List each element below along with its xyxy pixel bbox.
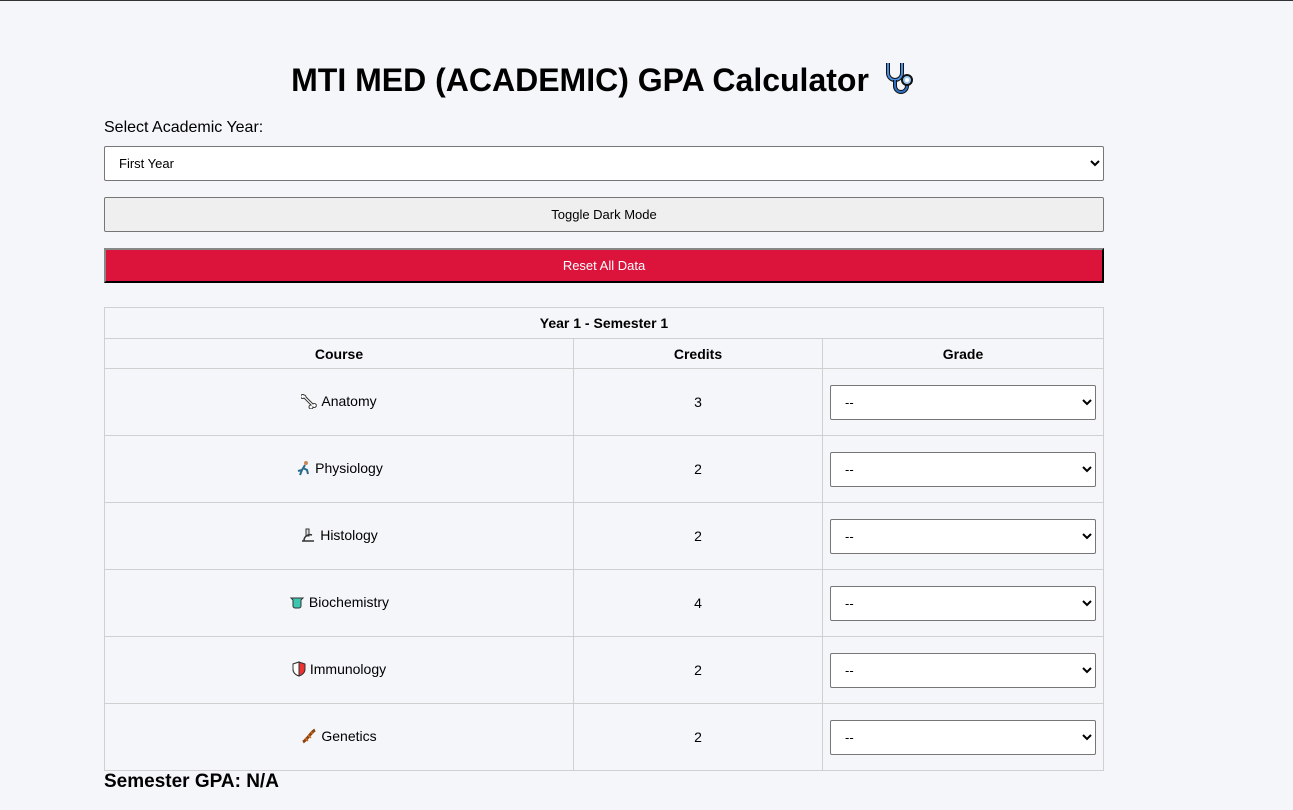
dna-icon: [301, 728, 317, 747]
table-row: Biochemistry 4 --: [104, 569, 1104, 637]
grade-select[interactable]: --: [830, 518, 1096, 554]
table-row: Immunology 2 --: [104, 636, 1104, 704]
grade-select[interactable]: --: [830, 384, 1096, 420]
grade-select[interactable]: --: [830, 719, 1096, 755]
credits-cell: 4: [573, 569, 823, 637]
credits-cell: 2: [573, 636, 823, 704]
grade-select[interactable]: --: [830, 652, 1096, 688]
course-cell: Biochemistry: [104, 569, 574, 637]
course-name: Immunology: [309, 660, 387, 677]
semester-table: Year 1 - Semester 1 Course Credits Grade…: [104, 307, 1104, 771]
course-name: Anatomy: [321, 392, 377, 409]
credits-cell: 3: [573, 368, 823, 436]
table-row: Anatomy 3 --: [104, 368, 1104, 436]
credits-cell: 2: [573, 703, 823, 771]
running-figure-icon: [295, 460, 311, 479]
academic-year-label: Select Academic Year:: [104, 119, 264, 136]
credits-cell: 2: [573, 435, 823, 503]
course-name: Biochemistry: [308, 593, 390, 610]
shield-icon: [292, 660, 306, 680]
course-name: Physiology: [315, 459, 383, 476]
table-row: Physiology 2 --: [104, 435, 1104, 503]
bone-icon: [300, 393, 318, 412]
stethoscope-icon: [879, 59, 917, 106]
reset-all-data-button[interactable]: Reset All Data: [104, 248, 1104, 283]
table-row: Genetics 2 --: [104, 703, 1104, 771]
grade-select[interactable]: --: [830, 585, 1096, 621]
course-cell: Histology: [104, 502, 574, 570]
semester-title: Year 1 - Semester 1: [104, 307, 1104, 339]
page-title: MTI MED (ACADEMIC) GPA Calculator: [104, 59, 1104, 106]
column-header-credits: Credits: [573, 338, 823, 369]
course-cell: Genetics: [104, 703, 574, 771]
academic-year-select[interactable]: First Year: [104, 146, 1104, 181]
column-header-course: Course: [104, 338, 574, 369]
course-name: Histology: [320, 526, 378, 543]
table-row: Histology 2 --: [104, 502, 1104, 570]
microscope-icon: [300, 527, 316, 546]
course-cell: Immunology: [104, 636, 574, 704]
course-name: Genetics: [321, 727, 377, 744]
flask-icon: [289, 594, 305, 613]
column-header-grade: Grade: [822, 338, 1104, 369]
toggle-dark-mode-button[interactable]: Toggle Dark Mode: [104, 197, 1104, 232]
credits-cell: 2: [573, 502, 823, 570]
course-cell: Physiology: [104, 435, 574, 503]
semester-gpa: Semester GPA: N/A: [104, 771, 279, 792]
course-cell: Anatomy: [104, 368, 574, 436]
grade-select[interactable]: --: [830, 451, 1096, 487]
